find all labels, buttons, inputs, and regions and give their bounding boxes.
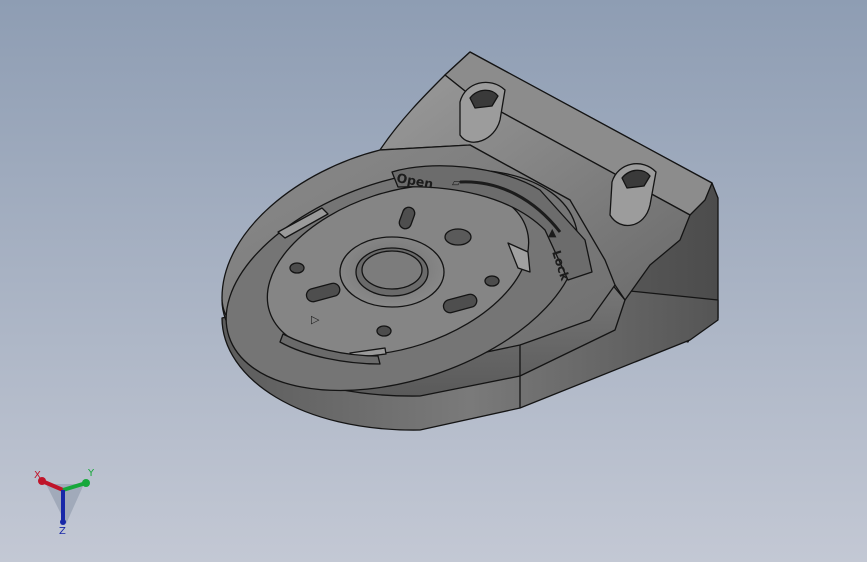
cad-model-view[interactable]: Open Lock ▱ ▲ ▷	[0, 0, 867, 562]
engraving-align-arrow: ▷	[311, 313, 320, 326]
triad-knob-y	[82, 479, 90, 487]
engraving-lock-arrow: ▲	[548, 226, 557, 239]
part-body	[221, 51, 719, 431]
triad-label-y: Y	[87, 468, 95, 479]
hub-bore	[361, 250, 423, 290]
graphics-viewport[interactable]: Open Lock ▱ ▲ ▷ X Y Z	[0, 0, 867, 562]
orientation-triad: X Y Z	[34, 468, 95, 537]
triad-label-x: X	[34, 470, 41, 481]
disk-hole-top	[444, 228, 472, 246]
engraving-open-arrow: ▱	[452, 176, 461, 189]
triad-knob-z	[60, 519, 66, 525]
triad-label-z: Z	[59, 526, 66, 537]
disk-hole-left	[289, 262, 305, 274]
disk-hole-bottom	[376, 325, 392, 337]
disk-hole-right	[484, 275, 500, 287]
